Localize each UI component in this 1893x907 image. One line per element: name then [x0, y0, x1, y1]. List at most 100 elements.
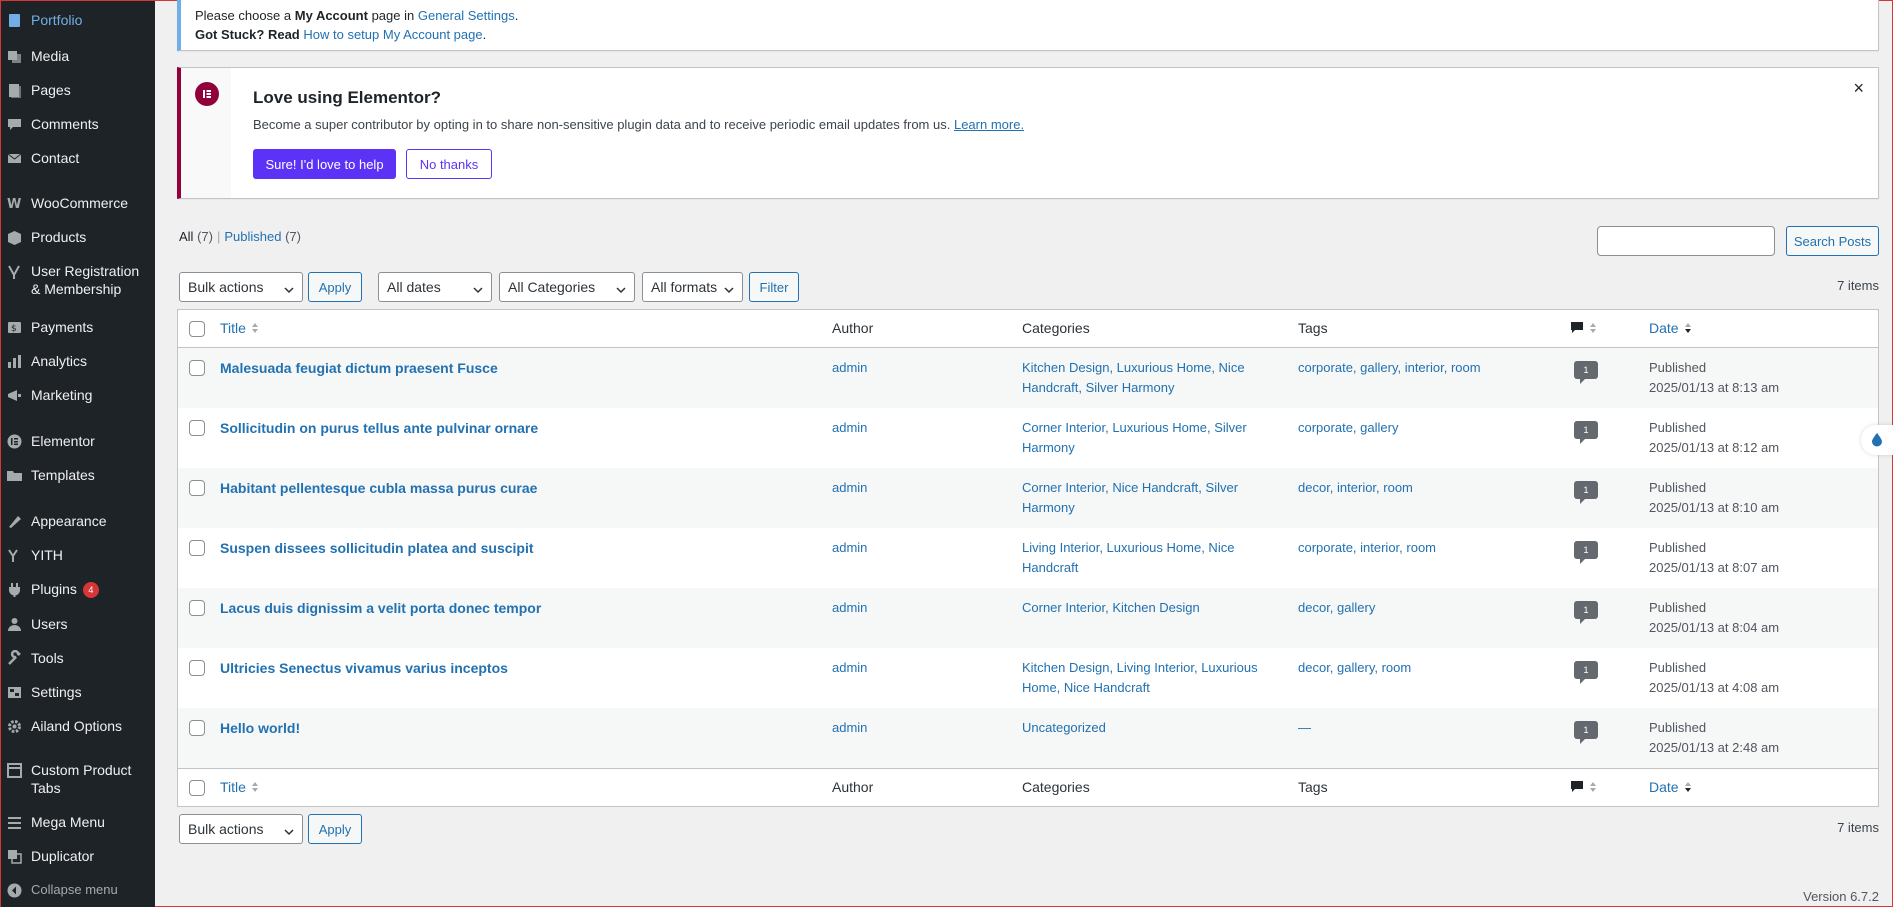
sidebar-item-contact[interactable]: Contact [1, 149, 155, 167]
sidebar-item-elementor[interactable]: Elementor [1, 432, 155, 450]
row-checkbox[interactable] [189, 600, 205, 616]
tags-cell: decor, interior, room [1298, 478, 1528, 498]
categories-links[interactable]: Kitchen Design, Luxurious Home, Nice Han… [1022, 360, 1245, 395]
title-column-header[interactable]: Title [220, 320, 260, 336]
post-title-link[interactable]: Sollicitudin on purus tellus ante pulvin… [220, 420, 538, 436]
categories-links[interactable]: Uncategorized [1022, 720, 1106, 735]
sidebar-item-templates[interactable]: Templates [1, 466, 155, 484]
author-cell: admin [832, 538, 867, 558]
comment-count-bubble[interactable]: 1 [1574, 601, 1598, 624]
categories-value: All Categories [508, 279, 596, 295]
tags-links[interactable]: corporate, gallery, interior, room [1298, 360, 1481, 375]
categories-select[interactable]: All Categories [499, 272, 635, 302]
no-thanks-button[interactable]: No thanks [406, 149, 492, 179]
row-checkbox[interactable] [189, 480, 205, 496]
comments-column-header[interactable] [1570, 320, 1598, 336]
sidebar-item-ailand-options[interactable]: Ailand Options [1, 717, 155, 735]
sidebar-item-mega-menu[interactable]: Mega Menu [1, 813, 155, 831]
sidebar-item-collapse-menu[interactable]: Collapse menu [1, 881, 155, 899]
sidebar-item-portfolio[interactable]: Portfolio [1, 11, 155, 29]
comment-count-bubble[interactable]: 1 [1574, 481, 1598, 504]
categories-links[interactable]: Living Interior, Luxurious Home, Nice Ha… [1022, 540, 1234, 575]
floating-helper-button[interactable] [1861, 425, 1893, 455]
post-title-link[interactable]: Lacus duis dignissim a velit porta donec… [220, 600, 541, 616]
sidebar-item-yith[interactable]: YITH [1, 546, 155, 564]
author-link[interactable]: admin [832, 480, 867, 495]
sidebar-item-plugins[interactable]: Plugins 4 [1, 580, 155, 598]
close-icon[interactable]: × [1853, 78, 1864, 99]
categories-links[interactable]: Corner Interior, Kitchen Design [1022, 600, 1200, 615]
sidebar-item-label: WooCommerce [31, 194, 151, 212]
sidebar-item-user-registration-and-membership[interactable]: User Registration & Membership [1, 262, 155, 298]
author-column-footer: Author [832, 779, 874, 795]
search-posts-button[interactable]: Search Posts [1786, 226, 1879, 256]
comment-count-bubble[interactable]: 1 [1574, 421, 1598, 444]
comment-count-bubble[interactable]: 1 [1574, 541, 1598, 564]
tags-links[interactable]: corporate, interior, room [1298, 540, 1436, 555]
select-all-checkbox[interactable] [189, 780, 205, 796]
sidebar-item-analytics[interactable]: Analytics [1, 352, 155, 370]
author-link[interactable]: admin [832, 660, 867, 675]
author-link[interactable]: admin [832, 600, 867, 615]
opt-in-button[interactable]: Sure! I'd love to help [253, 149, 396, 179]
date-column-footer[interactable]: Date [1649, 779, 1693, 795]
bulk-actions-select-bottom[interactable]: Bulk actions [179, 814, 303, 844]
apply-button-bottom[interactable]: Apply [308, 814, 362, 844]
sidebar-item-pages[interactable]: Pages [1, 81, 155, 99]
author-link[interactable]: admin [832, 420, 867, 435]
row-checkbox[interactable] [189, 720, 205, 736]
formats-select[interactable]: All formats [642, 272, 743, 302]
title-header-label: Title [220, 320, 246, 336]
tags-links[interactable]: decor, interior, room [1298, 480, 1413, 495]
date-column-header[interactable]: Date [1649, 320, 1693, 336]
title-column-footer[interactable]: Title [220, 779, 260, 795]
sidebar-item-settings[interactable]: Settings [1, 683, 155, 701]
setup-my-account-link[interactable]: How to setup My Account page [303, 27, 482, 42]
filter-published-link[interactable]: Published (7) [224, 229, 301, 244]
author-link[interactable]: admin [832, 720, 867, 735]
post-title-link[interactable]: Hello world! [220, 720, 300, 736]
tags-links[interactable]: decor, gallery, room [1298, 660, 1411, 675]
row-checkbox[interactable] [189, 420, 205, 436]
post-title-link[interactable]: Ultricies Senectus vivamus varius incept… [220, 660, 508, 676]
sidebar-item-appearance[interactable]: Appearance [1, 512, 155, 530]
tags-links[interactable]: corporate, gallery [1298, 420, 1398, 435]
general-settings-link[interactable]: General Settings [418, 8, 515, 23]
sidebar-item-users[interactable]: Users [1, 615, 155, 633]
post-title-link[interactable]: Malesuada feugiat dictum praesent Fusce [220, 360, 498, 376]
sidebar-item-comments[interactable]: Comments [1, 115, 155, 133]
sidebar-item-payments[interactable]: $ Payments [1, 318, 155, 336]
row-checkbox[interactable] [189, 360, 205, 376]
apply-button-top[interactable]: Apply [308, 272, 362, 302]
row-checkbox[interactable] [189, 660, 205, 676]
sidebar-item-marketing[interactable]: Marketing [1, 386, 155, 404]
author-link[interactable]: admin [832, 540, 867, 555]
tags-links[interactable]: decor, gallery [1298, 600, 1375, 615]
categories-links[interactable]: Corner Interior, Nice Handcraft, Silver … [1022, 480, 1238, 515]
author-link[interactable]: admin [832, 360, 867, 375]
bulk-actions-select-top[interactable]: Bulk actions [179, 272, 303, 302]
post-title-link[interactable]: Habitant pellentesque cubla massa purus … [220, 480, 537, 496]
categories-links[interactable]: Kitchen Design, Living Interior, Luxurio… [1022, 660, 1258, 695]
post-title-link[interactable]: Suspen dissees sollicitudin platea and s… [220, 540, 534, 556]
filter-all-link[interactable]: All (7) [179, 229, 213, 244]
comment-count-bubble[interactable]: 1 [1574, 361, 1598, 384]
sidebar-item-products[interactable]: Products [1, 228, 155, 246]
tags-links[interactable]: — [1298, 720, 1311, 735]
comment-count-bubble[interactable]: 1 [1574, 721, 1598, 744]
filter-button[interactable]: Filter [749, 272, 799, 302]
comments-column-footer[interactable] [1570, 779, 1598, 795]
dates-select[interactable]: All dates [378, 272, 492, 302]
sidebar-item-media[interactable]: Media [1, 47, 155, 65]
search-input[interactable] [1597, 226, 1775, 256]
sidebar-item-tools[interactable]: Tools [1, 649, 155, 667]
sidebar-item-duplicator[interactable]: Duplicator [1, 847, 155, 865]
sidebar-item-custom-product-tabs[interactable]: Custom Product Tabs [1, 761, 155, 797]
row-checkbox[interactable] [189, 540, 205, 556]
table-row: Lacus duis dignissim a velit porta donec… [178, 588, 1878, 648]
sidebar-item-woocommerce[interactable]: W WooCommerce [1, 194, 155, 212]
select-all-checkbox[interactable] [189, 321, 205, 337]
learn-more-link[interactable]: Learn more. [954, 117, 1024, 132]
categories-links[interactable]: Corner Interior, Luxurious Home, Silver … [1022, 420, 1247, 455]
comment-count-bubble[interactable]: 1 [1574, 661, 1598, 684]
